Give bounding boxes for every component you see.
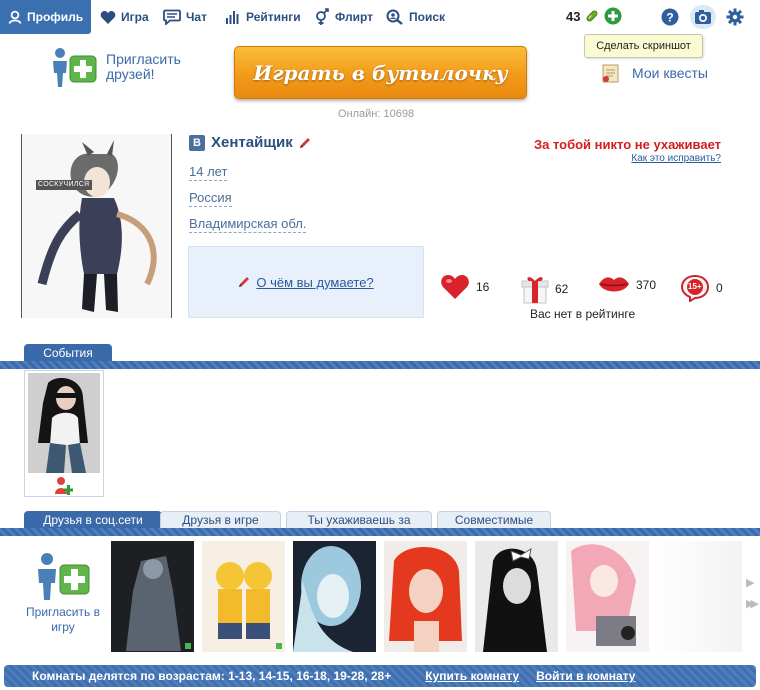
rooms-bar: Комнаты делятся по возрастам: 1-13, 14-1…: [4, 665, 756, 687]
stat-kisses[interactable]: 370: [598, 274, 656, 296]
nav-search[interactable]: Поиск: [386, 0, 445, 34]
stat-gifts-value: 62: [555, 282, 569, 296]
friend-photo: [111, 541, 194, 652]
nav-profile[interactable]: Профиль: [0, 0, 92, 34]
status-box[interactable]: О чём вы думаете?: [188, 246, 424, 318]
quests-scroll-icon: [602, 64, 619, 83]
profile-avatar[interactable]: СОСКУЧИЛСЯ: [21, 134, 172, 318]
friend-photo: [566, 541, 649, 652]
friends-placeholder: [652, 541, 742, 652]
screenshot-button[interactable]: [690, 5, 716, 29]
status-prompt-link[interactable]: О чём вы думаете?: [256, 275, 373, 290]
currency-icon: [586, 10, 598, 22]
settings-gear-icon[interactable]: [726, 8, 744, 26]
buy-room-link[interactable]: Купить комнату: [425, 669, 519, 683]
profile-name-text: Хентайщик: [211, 134, 293, 151]
avatar-image: [22, 134, 171, 318]
tab-social-friends[interactable]: Друзья в соц.сети: [24, 511, 162, 528]
friend-thumb[interactable]: [111, 541, 194, 652]
friend-thumb[interactable]: [475, 541, 558, 652]
nav-flirt-label: Флирт: [335, 10, 373, 24]
svg-text:?: ?: [666, 11, 673, 25]
edit-pencil-icon[interactable]: [299, 137, 311, 149]
enter-room-link[interactable]: Войти в комнату: [536, 669, 635, 683]
nav-ratings-label: Рейтинги: [246, 10, 301, 24]
coins-value: 43: [566, 8, 581, 24]
tab-events[interactable]: События: [24, 344, 112, 361]
rooms-age-info: Комнаты делятся по возрастам: 1-13, 14-1…: [32, 669, 392, 683]
top-navigation: Профиль Игра Чат Рейтинги Флирт Поиск 43…: [0, 0, 760, 34]
stat-hearts-value: 16: [476, 280, 490, 294]
nav-search-label: Поиск: [409, 10, 446, 24]
tab-game-friends[interactable]: Друзья в игре: [160, 511, 281, 528]
admirer-status: За тобой никто не ухаживает: [533, 137, 721, 152]
friend-photo: [202, 541, 285, 652]
profile-region[interactable]: Владимирская обл.: [189, 216, 307, 233]
invite-user-icon: [53, 48, 97, 87]
stat-hearts[interactable]: 16: [440, 274, 489, 300]
help-icon[interactable]: ?: [661, 8, 679, 26]
screenshot-tooltip: Сделать скриншот: [584, 34, 703, 58]
search-icon: [386, 9, 403, 25]
nav-chat-label: Чат: [186, 10, 207, 24]
coins-counter[interactable]: 43: [566, 7, 622, 25]
friend-thumb[interactable]: [566, 541, 649, 652]
invite-friends-label: Пригласить друзей!: [106, 51, 181, 82]
my-quests-link[interactable]: Мои квесты: [600, 62, 708, 84]
event-card[interactable]: [24, 370, 104, 497]
camera-icon: [695, 10, 711, 24]
invite-to-game-link[interactable]: Пригласить в игру: [26, 551, 100, 635]
scroll-right-icon[interactable]: ▶: [746, 576, 754, 589]
friend-photo: [293, 541, 376, 652]
stat-age-limit-value: 0: [716, 281, 723, 295]
lips-icon: [599, 277, 629, 292]
tab-courting[interactable]: Ты ухаживаешь за: [286, 511, 432, 528]
avatar-caption: СОСКУЧИЛСЯ: [38, 181, 90, 188]
friends-tab-divider: [0, 528, 760, 536]
friend-thumb[interactable]: [384, 541, 467, 652]
friend-thumb[interactable]: [202, 541, 285, 652]
nav-ratings[interactable]: Рейтинги: [225, 0, 301, 34]
gift-icon: [521, 277, 549, 304]
event-photo: [28, 373, 100, 473]
stat-gifts[interactable]: 62: [521, 274, 568, 304]
invite-to-game-label: Пригласить в игру: [26, 605, 100, 634]
add-coins-icon[interactable]: [604, 7, 622, 25]
profile-name: В Хентайщик: [189, 134, 311, 151]
friend-photo: [384, 541, 467, 652]
age-limit-badge: 15+: [688, 282, 702, 291]
profile-icon: [8, 10, 22, 24]
scroll-fast-right-icon[interactable]: ▶▶: [746, 597, 759, 610]
heart-icon: [100, 10, 116, 24]
my-quests-label: Мои квесты: [632, 65, 708, 81]
age-limit-icon: 15+: [680, 274, 710, 303]
stat-kisses-value: 370: [636, 278, 657, 292]
gender-icon: [316, 8, 329, 25]
friend-thumb[interactable]: [293, 541, 376, 652]
chat-icon: [163, 9, 181, 25]
nav-flirt[interactable]: Флирт: [314, 0, 373, 34]
chart-bars-icon: [226, 11, 239, 24]
online-counter: Онлайн: 10698: [338, 108, 415, 120]
add-friend-icon[interactable]: [54, 476, 74, 496]
nav-game-label: Игра: [121, 10, 149, 24]
heart-icon: [441, 275, 469, 299]
stat-age-limit[interactable]: 15+ 0: [680, 274, 723, 303]
events-tab-divider: [0, 361, 760, 369]
profile-country[interactable]: Россия: [189, 190, 232, 207]
vk-badge: В: [189, 134, 205, 151]
play-bottle-button[interactable]: Играть в бутылочку: [234, 46, 527, 99]
rating-note: Вас нет в рейтинге: [530, 307, 636, 321]
nav-profile-label: Профиль: [27, 10, 84, 24]
invite-user-icon: [38, 553, 90, 600]
how-to-fix-link[interactable]: Как это исправить?: [631, 153, 721, 164]
tab-compatible[interactable]: Совместимые: [437, 511, 551, 528]
profile-age[interactable]: 14 лет: [189, 164, 228, 181]
friend-photo: [475, 541, 558, 652]
edit-pencil-icon: [239, 277, 250, 287]
nav-chat[interactable]: Чат: [163, 0, 207, 34]
nav-game[interactable]: Игра: [100, 0, 149, 34]
invite-friends-link[interactable]: Пригласить друзей!: [50, 46, 186, 88]
